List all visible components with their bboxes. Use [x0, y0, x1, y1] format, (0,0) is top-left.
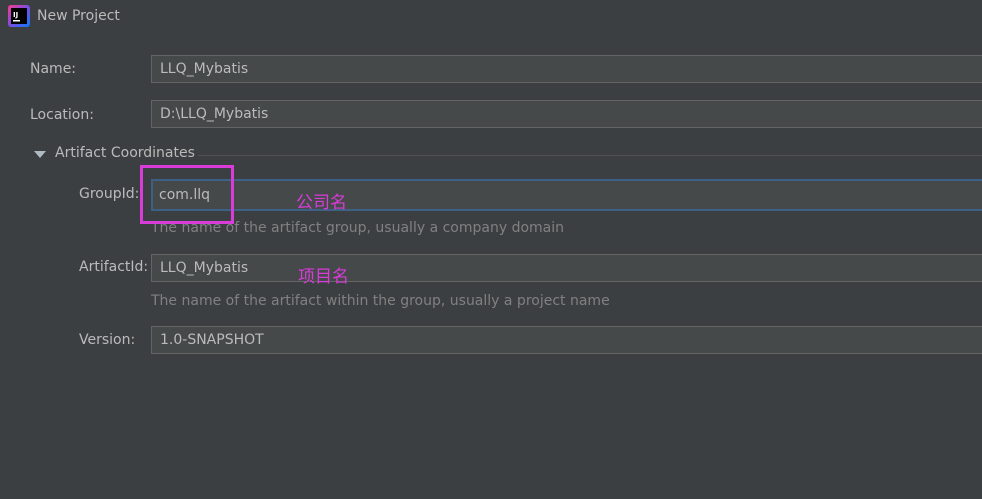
version-label: Version:: [79, 332, 136, 348]
artifactid-input[interactable]: LLQ_Mybatis: [151, 254, 982, 282]
groupid-label: GroupId:: [79, 186, 140, 202]
artifact-coordinates-title: Artifact Coordinates: [55, 145, 195, 161]
name-input[interactable]: LLQ_Mybatis: [151, 55, 982, 83]
intellij-app-icon: IJ: [8, 5, 30, 27]
annotation-highlight-box: [140, 165, 234, 224]
expand-triangle-icon: [34, 151, 46, 158]
location-label: Location:: [30, 107, 94, 123]
window-title: New Project: [37, 8, 120, 24]
artifactid-hint: The name of the artifact within the grou…: [151, 293, 610, 309]
name-label: Name:: [30, 61, 77, 77]
annotation-company-name: 公司名: [296, 193, 347, 213]
version-input[interactable]: 1.0-SNAPSHOT: [151, 326, 982, 354]
groupid-input[interactable]: com.llq: [151, 179, 982, 211]
section-separator: [198, 155, 982, 156]
artifactid-label: ArtifactId:: [79, 259, 149, 275]
svg-text:IJ: IJ: [13, 11, 18, 19]
annotation-project-name: 项目名: [298, 267, 349, 287]
location-input[interactable]: D:\LLQ_Mybatis: [151, 100, 982, 128]
title-bar: IJ New Project: [0, 0, 982, 34]
